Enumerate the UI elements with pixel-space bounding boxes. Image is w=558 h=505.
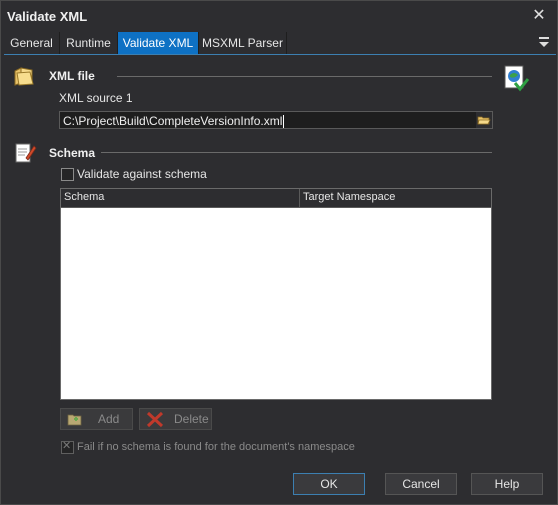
- tab-bar: General Runtime Validate XML MSXML Parse…: [4, 32, 556, 55]
- edit-document-icon: [15, 143, 37, 163]
- delete-button[interactable]: Delete: [139, 408, 212, 430]
- open-folder-icon: [477, 116, 491, 125]
- column-header-target-namespace[interactable]: Target Namespace: [303, 191, 395, 203]
- title-bar: Validate XML ✕: [1, 1, 557, 32]
- ok-button[interactable]: OK: [293, 473, 365, 495]
- xml-source-label: XML source 1: [59, 91, 133, 105]
- tab-general[interactable]: General: [4, 32, 60, 54]
- xml-document-icon: [504, 65, 529, 92]
- validate-xml-dialog: Validate XML ✕ General Runtime Validate …: [0, 0, 558, 505]
- browse-button[interactable]: [476, 112, 492, 128]
- schema-table[interactable]: Schema Target Namespace: [60, 188, 492, 400]
- fail-if-no-schema-checkbox[interactable]: ✕: [61, 440, 74, 454]
- delete-button-label: Delete: [174, 412, 209, 426]
- add-folder-icon: [67, 414, 82, 426]
- schema-section-title: Schema: [49, 146, 96, 160]
- close-icon: ✕: [532, 7, 546, 24]
- help-button[interactable]: Help: [471, 473, 543, 495]
- delete-x-icon: [146, 411, 164, 428]
- close-button[interactable]: ✕: [527, 5, 551, 27]
- xml-source-value: C:\Project\Build\CompleteVersionInfo.xml: [63, 114, 283, 128]
- add-button-label: Add: [98, 412, 120, 426]
- section-divider: [117, 76, 492, 77]
- validate-against-schema-label: Validate against schema: [77, 167, 207, 181]
- tab-overflow-button[interactable]: [538, 34, 552, 50]
- column-header-schema[interactable]: Schema: [64, 191, 104, 203]
- folder-icon: [14, 67, 34, 86]
- schema-table-header: Schema Target Namespace: [61, 189, 491, 208]
- xml-file-section-title: XML file: [49, 69, 95, 83]
- cancel-button[interactable]: Cancel: [385, 473, 457, 495]
- tab-validate-xml[interactable]: Validate XML: [118, 32, 199, 54]
- section-divider: [101, 152, 492, 153]
- tab-runtime[interactable]: Runtime: [60, 32, 118, 54]
- validate-against-schema-checkbox[interactable]: [61, 168, 74, 181]
- add-button[interactable]: Add: [60, 408, 133, 430]
- fail-if-no-schema-label: Fail if no schema is found for the docum…: [77, 441, 355, 453]
- check-icon: ✕: [62, 440, 72, 452]
- tab-msxml-parser[interactable]: MSXML Parser: [199, 32, 287, 54]
- xml-source-input[interactable]: C:\Project\Build\CompleteVersionInfo.xml: [59, 111, 493, 129]
- window-title: Validate XML: [7, 9, 88, 24]
